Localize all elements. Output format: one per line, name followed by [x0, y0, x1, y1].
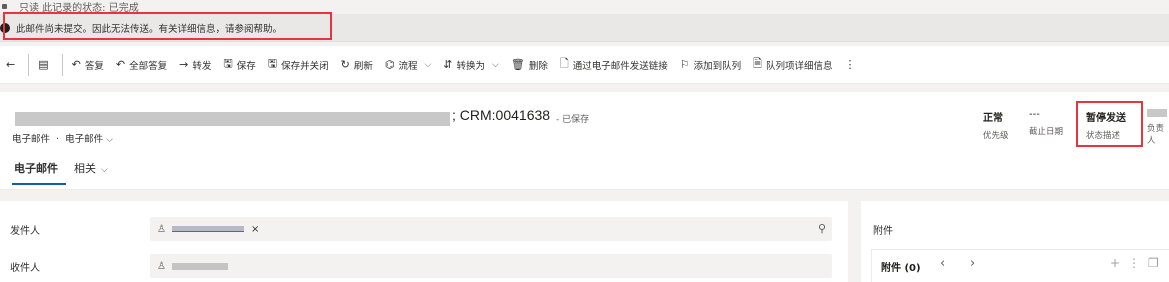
more-icon: ⋮	[844, 58, 856, 71]
tab-email[interactable]: 电子邮件	[0, 156, 66, 190]
form-switcher[interactable]: 电子邮件 ⌵	[65, 134, 113, 145]
back-button[interactable]: ←	[0, 46, 25, 84]
add-queue-icon: ⚐	[679, 58, 690, 71]
person-icon: ♙	[157, 260, 166, 272]
save-and-close-button[interactable]: 🖫 保存并关闭	[262, 46, 335, 84]
reply-all-button[interactable]: ↶ 全部答复	[110, 46, 173, 84]
save-status: - 已保存	[556, 115, 590, 125]
due-date-label: 截止日期	[1029, 127, 1064, 137]
tab-related-label: 相关	[74, 162, 96, 175]
forward-icon: →	[179, 58, 189, 71]
save-close-icon: 🖫	[267, 57, 278, 70]
forward-button[interactable]: → 转发	[173, 46, 217, 84]
from-field[interactable]: ♙ × ⚲	[150, 217, 832, 241]
flow-icon: ⌬	[384, 58, 395, 71]
read-only-status-text: 只读 此记录的状态: 已完成	[19, 2, 139, 13]
more-icon[interactable]: ⋮	[1128, 256, 1140, 270]
tab-related[interactable]: 相关 ⌵	[66, 156, 116, 190]
person-icon: ♙	[157, 223, 166, 235]
chevron-right-icon[interactable]: ›	[970, 256, 975, 271]
divider	[61, 53, 63, 76]
breadcrumb: 电子邮件 · 电子邮件 ⌵	[12, 134, 113, 145]
refresh-button[interactable]: ↻ 刷新	[335, 46, 379, 84]
email-link-label: 通过电子邮件发送链接	[572, 60, 668, 72]
status-highlight	[1076, 101, 1143, 147]
delete-button[interactable]: 🗑 删除	[505, 46, 554, 84]
convert-to-button[interactable]: ⇵ 转换为 ⌵	[437, 46, 505, 84]
owner-label: 负责人	[1147, 124, 1165, 146]
record-title: ; CRM:0041638	[452, 107, 551, 123]
priority-label: 优先级	[983, 131, 1009, 141]
reply-all-icon: ↶	[115, 58, 126, 71]
attachments-grid: 附件 (0) ‹ › + ⋮ ❐	[871, 249, 1169, 282]
save-label: 保存	[236, 60, 256, 72]
queue-details-icon: 🗎	[753, 57, 762, 70]
flow-label: 流程	[398, 60, 418, 72]
priority-value: 正常	[983, 113, 1003, 124]
due-date-field: --- 截止日期	[1029, 109, 1063, 137]
chevron-down-icon[interactable]: ⌵	[424, 60, 431, 70]
chevron-down-icon[interactable]: ⌵	[492, 60, 499, 70]
search-icon[interactable]: ⚲	[818, 222, 826, 235]
form-icon: ▤	[38, 58, 49, 71]
redacted-sender[interactable]	[171, 226, 244, 232]
add-to-queue-button[interactable]: ⚐ 添加到队列	[674, 46, 747, 84]
queue-item-details-button[interactable]: 🗎 队列项详细信息	[747, 46, 838, 84]
refresh-label: 刷新	[353, 60, 373, 72]
email-link-icon: 🗋	[559, 57, 569, 70]
add-icon[interactable]: +	[1110, 256, 1120, 270]
flow-button[interactable]: ⌬ 流程 ⌵	[379, 46, 437, 84]
chevron-down-icon: ⌵	[101, 165, 108, 175]
email-form-section: 发件人 ♙ × ⚲ 收件人 ♙	[0, 201, 848, 282]
email-link-button[interactable]: 🗋 通过电子邮件发送链接	[554, 46, 674, 84]
reply-label: 答复	[84, 60, 104, 72]
reply-button[interactable]: ↶ 答复	[66, 46, 110, 84]
command-bar: ← ▤ ↶ 答复 ↶ 全部答复 → 转发 🖫 保存 🖫 保存并关闭 ↻ 刷新 ⌬ 流程 ⌵ ⇵ 转…	[0, 46, 1169, 84]
to-field[interactable]: ♙	[150, 254, 832, 278]
read-only-status-bar: 只读 此记录的状态: 已完成	[0, 0, 1169, 12]
chevron-left-icon[interactable]: ‹	[940, 256, 945, 271]
chevron-down-icon: ⌵	[106, 135, 113, 145]
priority-field: 正常 优先级	[983, 109, 1009, 141]
convert-icon: ⇵	[443, 58, 453, 71]
owner-field: 负责人	[1147, 109, 1169, 146]
tab-list: 电子邮件 相关 ⌵	[0, 156, 116, 190]
copy-icon[interactable]: ❐	[1148, 256, 1159, 270]
redacted-recipient	[171, 262, 228, 270]
redacted-subject	[15, 112, 450, 126]
delete-label: 删除	[528, 60, 548, 72]
save-icon: 🖫	[223, 57, 233, 70]
divider	[28, 53, 30, 76]
record-header: ; CRM:0041638 - 已保存 电子邮件 · 电子邮件 ⌵ 正常 优先级 …	[0, 92, 1169, 190]
refresh-icon: ↻	[340, 58, 350, 71]
due-date-value: ---	[1029, 109, 1040, 120]
reply-all-label: 全部答复	[129, 60, 168, 72]
convert-to-label: 转换为	[456, 60, 486, 72]
add-to-queue-label: 添加到队列	[693, 60, 742, 72]
lock-icon	[2, 3, 7, 9]
reply-icon: ↶	[71, 58, 81, 71]
delete-icon: 🗑	[510, 58, 525, 71]
attachments-grid-label: 附件 (0)	[881, 263, 921, 274]
to-label: 收件人	[10, 263, 40, 274]
remove-icon[interactable]: ×	[251, 224, 259, 235]
notification-highlight	[3, 12, 332, 40]
more-commands-button[interactable]: ⋮	[838, 46, 865, 84]
forward-label: 转发	[192, 60, 212, 72]
entity-type: 电子邮件	[12, 134, 51, 145]
queue-item-details-label: 队列项详细信息	[765, 60, 833, 72]
arrow-left-icon: ←	[6, 58, 16, 71]
attachments-section: 附件 附件 (0) ‹ › + ⋮ ❐	[861, 201, 1169, 282]
form-name: 电子邮件	[65, 134, 104, 145]
from-label: 发件人	[10, 226, 40, 237]
save-and-close-label: 保存并关闭	[281, 60, 329, 72]
attachments-section-label: 附件	[873, 226, 893, 237]
redacted-owner	[1147, 109, 1167, 117]
save-button[interactable]: 🖫 保存	[217, 46, 261, 84]
form-selector-button[interactable]: ▤	[32, 46, 58, 84]
